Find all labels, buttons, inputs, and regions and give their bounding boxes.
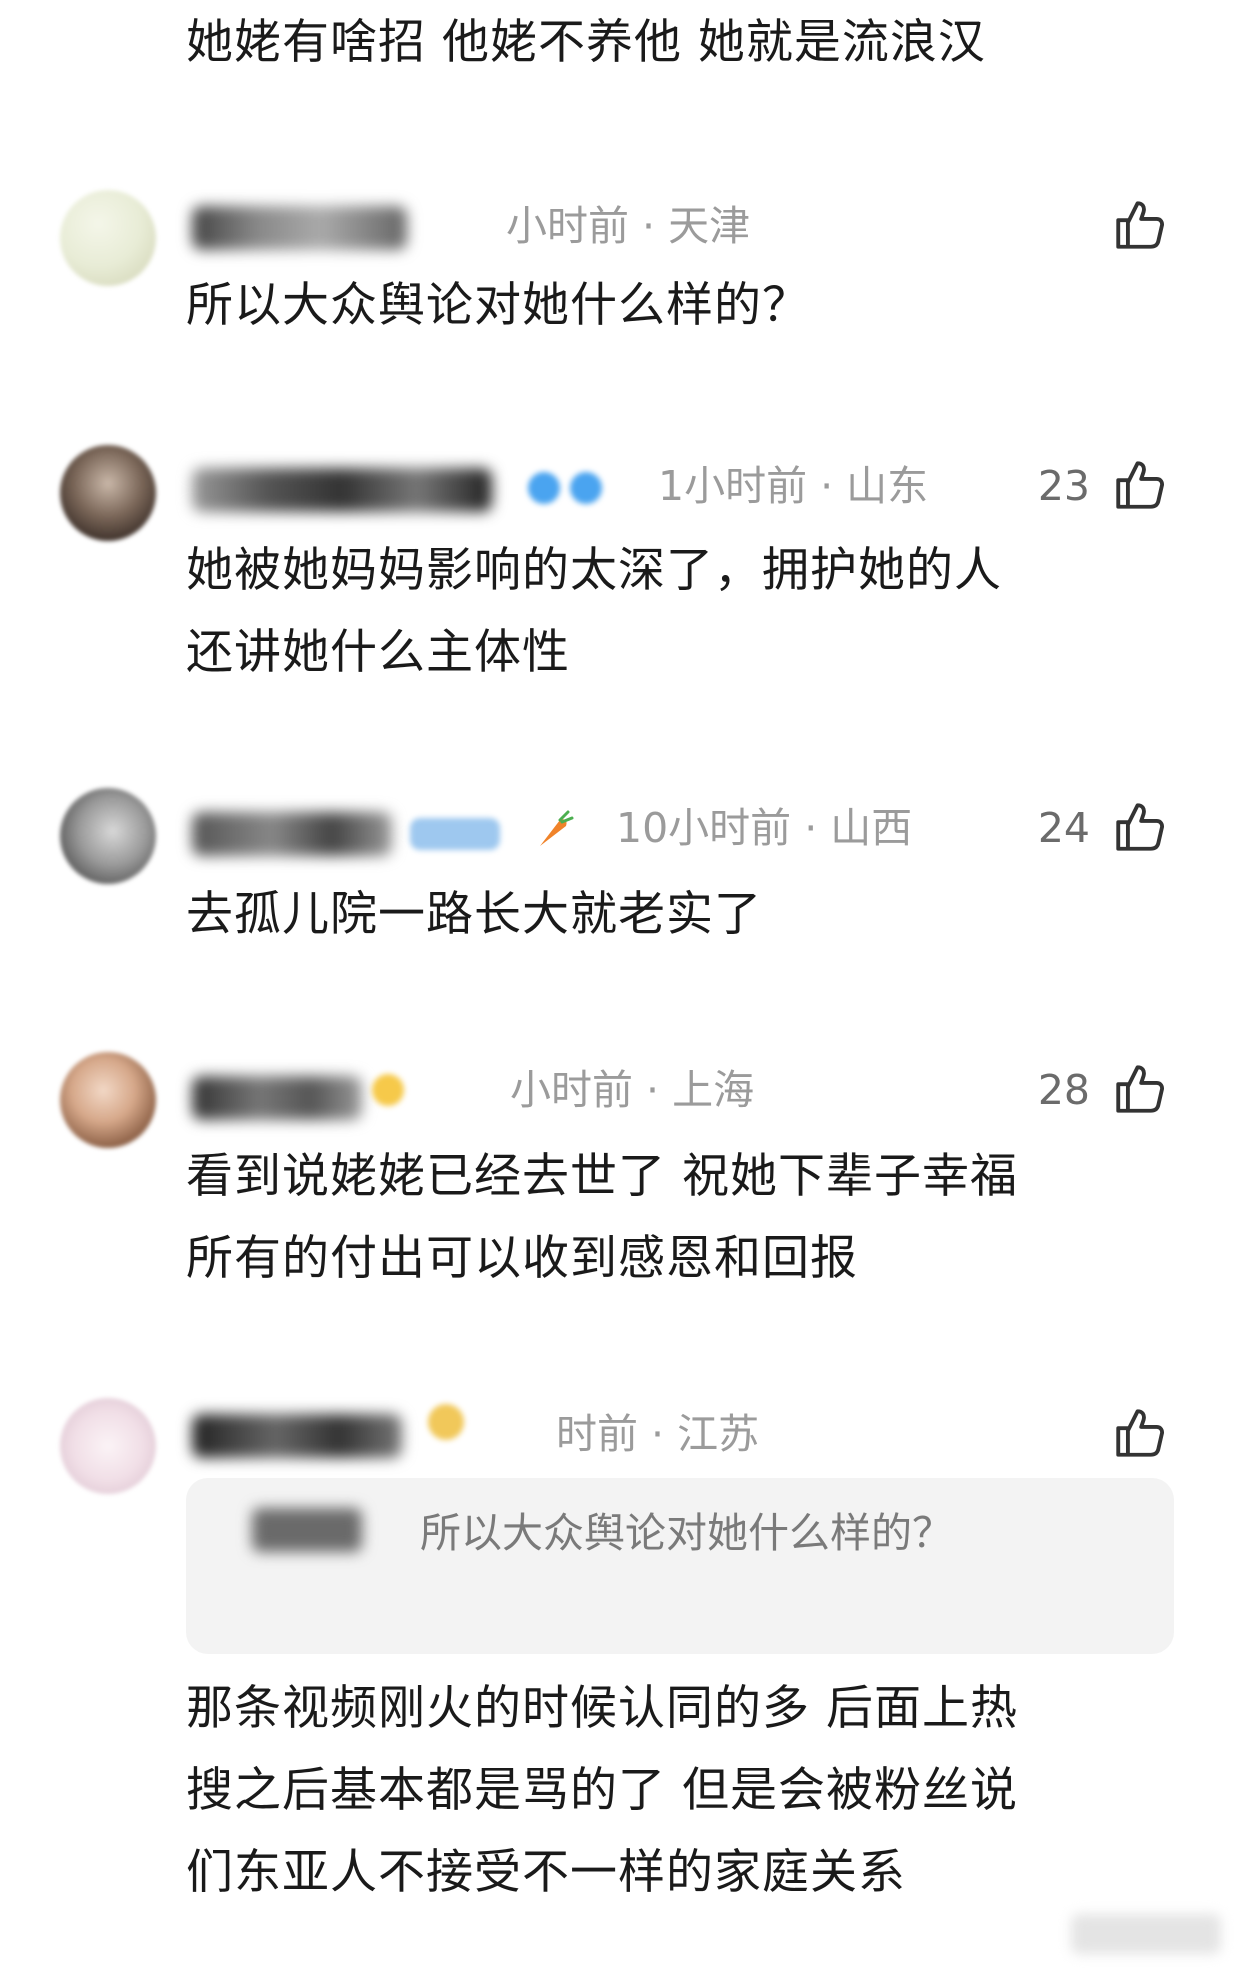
- username-redacted[interactable]: [192, 1414, 402, 1458]
- like-count: 24: [1037, 804, 1090, 852]
- comment-text: 她姥有啥招 他姥不养他 她就是流浪汉: [186, 15, 986, 70]
- comment-text: 她被她妈妈影响的太深了，拥护她的人 还讲她什么主体性: [186, 543, 1002, 680]
- username-redacted[interactable]: [192, 468, 492, 512]
- like-count: 23: [1037, 462, 1090, 510]
- avatar[interactable]: [60, 445, 156, 541]
- comment-text: 看到说姥姥已经去世了 祝她下辈子幸福 所有的付出可以收到感恩和回报: [186, 1149, 1018, 1286]
- username-redacted[interactable]: [192, 812, 392, 856]
- username-redacted[interactable]: [192, 206, 407, 250]
- vip-badge-icon: [372, 1074, 404, 1106]
- quoted-reply[interactable]: 所以大众舆论对她什么样的？: [186, 1478, 1174, 1654]
- thumbs-up-icon[interactable]: [1111, 456, 1169, 514]
- thumbs-up-icon[interactable]: [1111, 798, 1169, 856]
- quoted-text: 所以大众舆论对她什么样的？: [420, 1509, 953, 1557]
- comment-meta: 小时前 · 上海: [510, 1066, 755, 1114]
- username-redacted[interactable]: [192, 1076, 362, 1120]
- comment-meta: 小时前 · 天津: [506, 202, 751, 250]
- vip-badge-icon: [570, 472, 602, 504]
- vip-badge-icon: [410, 818, 500, 850]
- comment-meta: 10小时前 · 山西: [616, 804, 913, 852]
- comment-text: 去孤儿院一路长大就老实了: [186, 887, 762, 942]
- avatar[interactable]: [60, 1398, 156, 1494]
- comment-meta: 1小时前 · 山东: [658, 462, 929, 510]
- thumbs-up-icon[interactable]: [1111, 1060, 1169, 1118]
- thumbs-up-icon[interactable]: [1111, 196, 1169, 254]
- like-count: 28: [1037, 1066, 1090, 1114]
- avatar[interactable]: [60, 1052, 156, 1148]
- avatar[interactable]: [60, 788, 156, 884]
- vip-badge-icon: [528, 472, 560, 504]
- watermark: [1071, 1914, 1221, 1954]
- thumbs-up-icon[interactable]: [1111, 1404, 1169, 1462]
- carrot-icon: [540, 810, 574, 846]
- comment-text: 那条视频刚火的时候认同的多 后面上热 搜之后基本都是骂的了 但是会被粉丝说 们东…: [186, 1681, 1018, 1900]
- avatar[interactable]: [60, 190, 156, 286]
- vip-badge-icon: [428, 1404, 464, 1440]
- comment-meta: 时前 · 江苏: [556, 1410, 760, 1458]
- comment-text: 所以大众舆论对她什么样的？: [186, 278, 810, 333]
